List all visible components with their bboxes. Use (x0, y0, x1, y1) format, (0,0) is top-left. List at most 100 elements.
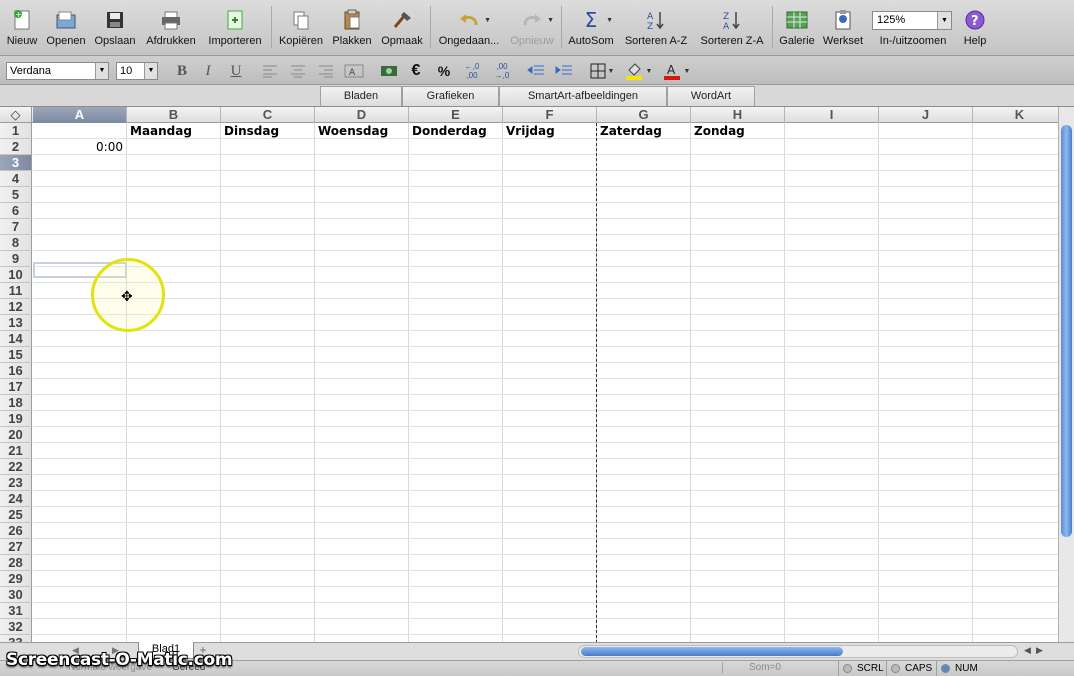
row-header-8[interactable]: 8 (0, 235, 32, 251)
cell-a2[interactable]: 0:00 (33, 139, 123, 155)
number-format-button[interactable] (377, 60, 401, 82)
row-header-22[interactable]: 22 (0, 459, 32, 475)
row-header-33[interactable]: 33 (0, 635, 32, 642)
align-center-button[interactable] (286, 60, 310, 82)
column-header-a[interactable]: A (33, 107, 127, 123)
new-button[interactable]: + Nieuw (5, 0, 39, 56)
row-header-23[interactable]: 23 (0, 475, 32, 491)
select-all-corner[interactable]: ◇ (0, 107, 32, 123)
increase-decimal-button[interactable]: ←,0 ,00 (460, 60, 484, 82)
spreadsheet-grid[interactable]: ABCDEFGHIJK ◇ 1 2 3 4 5 6 7 8 9 10 11 12 13 14 15 16 17 1… (0, 107, 1058, 642)
font-name-select[interactable]: Verdana ▼ (6, 62, 109, 80)
row-header-7[interactable]: 7 (0, 219, 32, 235)
row-header-26[interactable]: 26 (0, 523, 32, 539)
underline-button[interactable]: U (224, 60, 248, 82)
column-header-b[interactable]: B (127, 107, 221, 123)
vertical-scrollbar[interactable] (1058, 107, 1074, 642)
sort-descending-button[interactable]: ZA Sorteren Z-A (697, 0, 767, 56)
row-header-5[interactable]: 5 (0, 187, 32, 203)
horizontal-scrollbar[interactable] (578, 645, 1018, 658)
help-button[interactable]: ? Help (960, 0, 990, 56)
row-header-19[interactable]: 19 (0, 411, 32, 427)
row-header-11[interactable]: 11 (0, 283, 32, 299)
column-header-i[interactable]: I (785, 107, 879, 123)
toolbox-button[interactable]: Werkset (820, 0, 866, 56)
copy-button[interactable]: Kopiëren (277, 0, 325, 56)
row-header-24[interactable]: 24 (0, 491, 32, 507)
tab-sheets[interactable]: Bladen (320, 86, 402, 106)
decrease-indent-button[interactable] (524, 60, 548, 82)
undo-button[interactable]: ▼ Ongedaan... (436, 0, 502, 56)
import-button[interactable]: Importeren (205, 0, 265, 56)
cell-h1[interactable]: Zondag (694, 123, 745, 139)
zoom-select[interactable]: 125% ▼ (872, 11, 952, 30)
row-header-12[interactable]: 12 (0, 299, 32, 315)
tab-wordart[interactable]: WordArt (667, 86, 755, 106)
align-left-button[interactable] (258, 60, 282, 82)
cell-b1[interactable]: Maandag (130, 123, 192, 139)
format-painter-button[interactable]: Opmaak (379, 0, 425, 56)
print-button[interactable]: Afdrukken (143, 0, 199, 56)
decrease-decimal-button[interactable]: ,00 →,0 (490, 60, 514, 82)
paste-button[interactable]: Plakken (331, 0, 373, 56)
row-header-31[interactable]: 31 (0, 603, 32, 619)
tab-smartart[interactable]: SmartArt-afbeeldingen (499, 86, 667, 106)
tab-charts[interactable]: Grafieken (402, 86, 499, 106)
save-button[interactable]: Opslaan (93, 0, 137, 56)
redo-button[interactable]: ▼ Opnieuw (506, 0, 558, 56)
row-header-1[interactable]: 1 (0, 123, 32, 139)
chevron-down-icon[interactable]: ▼ (604, 60, 618, 82)
row-header-27[interactable]: 27 (0, 539, 32, 555)
chevron-down-icon[interactable]: ▼ (642, 60, 656, 82)
column-header-c[interactable]: C (221, 107, 315, 123)
row-header-28[interactable]: 28 (0, 555, 32, 571)
cell-c1[interactable]: Dinsdag (224, 123, 279, 139)
column-header-e[interactable]: E (409, 107, 503, 123)
row-header-32[interactable]: 32 (0, 619, 32, 635)
merge-center-button[interactable]: A (342, 60, 366, 82)
row-header-6[interactable]: 6 (0, 203, 32, 219)
horizontal-scroll-thumb[interactable] (581, 647, 843, 656)
row-header-9[interactable]: 9 (0, 251, 32, 267)
row-header-25[interactable]: 25 (0, 507, 32, 523)
column-header-d[interactable]: D (315, 107, 409, 123)
row-header-4[interactable]: 4 (0, 171, 32, 187)
row-header-14[interactable]: 14 (0, 331, 32, 347)
cell-d1[interactable]: Woensdag (318, 123, 388, 139)
open-button[interactable]: Openen (45, 0, 87, 56)
column-header-h[interactable]: H (691, 107, 785, 123)
row-header-30[interactable]: 30 (0, 587, 32, 603)
row-header-29[interactable]: 29 (0, 571, 32, 587)
row-header-15[interactable]: 15 (0, 347, 32, 363)
row-header-10[interactable]: 10 (0, 267, 32, 283)
row-header-2[interactable]: 2 (0, 139, 32, 155)
currency-button[interactable]: € (404, 60, 428, 82)
percent-button[interactable]: % (432, 60, 456, 82)
column-header-g[interactable]: G (597, 107, 691, 123)
row-header-20[interactable]: 20 (0, 427, 32, 443)
scroll-left-icon[interactable]: ◀ (1024, 645, 1031, 656)
row-header-13[interactable]: 13 (0, 315, 32, 331)
italic-button[interactable]: I (196, 60, 220, 82)
align-right-button[interactable] (314, 60, 338, 82)
column-header-f[interactable]: F (503, 107, 597, 123)
scroll-right-icon[interactable]: ▶ (1036, 645, 1043, 656)
cell-e1[interactable]: Donderdag (412, 123, 487, 139)
autosum-button[interactable]: Σ ▼ AutoSom (566, 0, 616, 56)
sort-ascending-button[interactable]: AZ Sorteren A-Z (621, 0, 691, 56)
row-header-21[interactable]: 21 (0, 443, 32, 459)
cell-f1[interactable]: Vrijdag (506, 123, 555, 139)
row-header-3[interactable]: 3 (0, 155, 32, 171)
vertical-scroll-thumb[interactable] (1061, 125, 1072, 537)
row-header-17[interactable]: 17 (0, 379, 32, 395)
column-header-k[interactable]: K (973, 107, 1058, 123)
row-header-16[interactable]: 16 (0, 363, 32, 379)
cell-g1[interactable]: Zaterdag (600, 123, 662, 139)
row-header-18[interactable]: 18 (0, 395, 32, 411)
column-header-j[interactable]: J (879, 107, 973, 123)
gallery-button[interactable]: Galerie (777, 0, 817, 56)
chevron-down-icon[interactable]: ▼ (680, 60, 694, 82)
bold-button[interactable]: B (170, 60, 194, 82)
font-size-select[interactable]: 10 ▼ (116, 62, 158, 80)
increase-indent-button[interactable] (552, 60, 576, 82)
